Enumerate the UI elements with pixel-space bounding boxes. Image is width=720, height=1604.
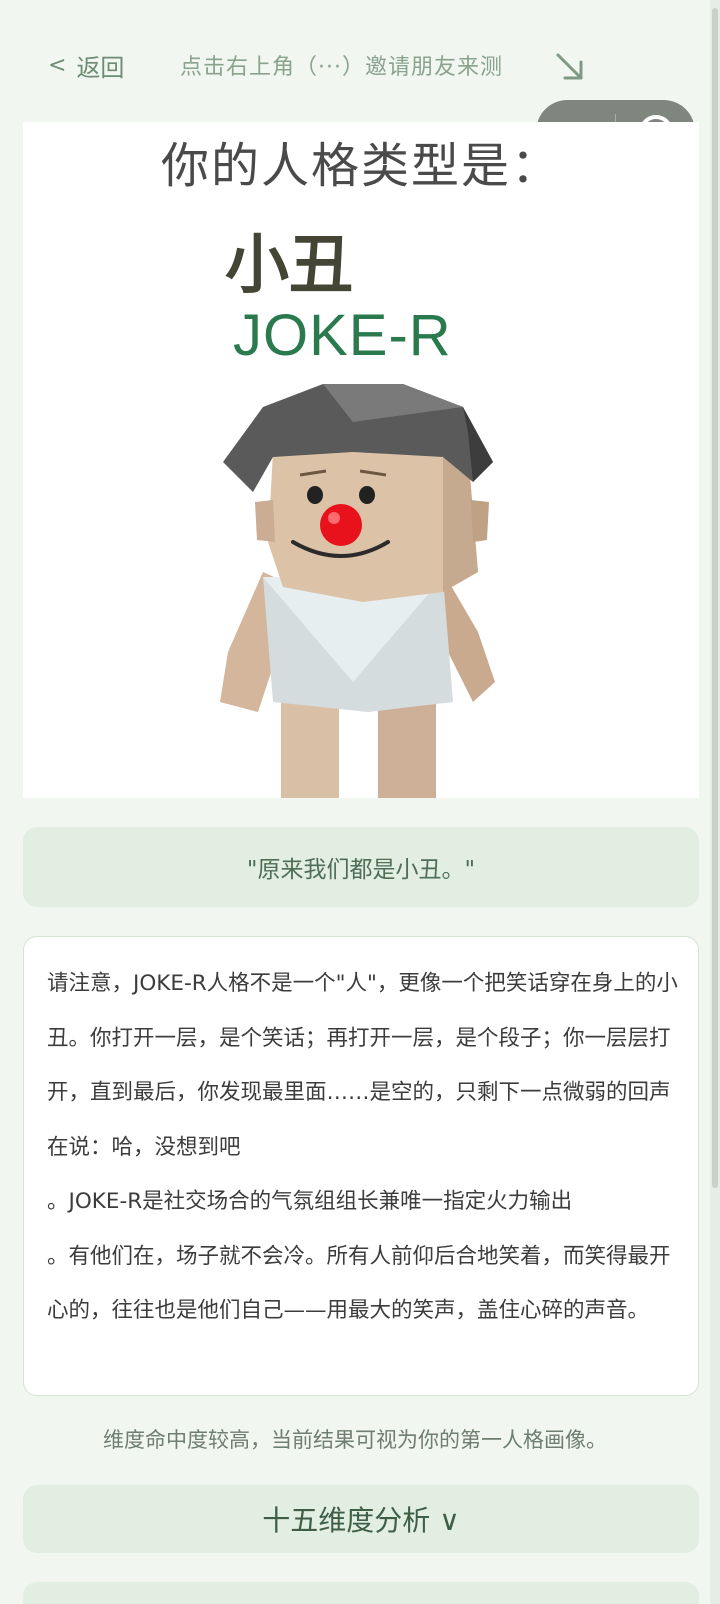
left-eye — [307, 486, 323, 504]
right-eye — [359, 486, 375, 504]
scrollbar[interactable] — [710, 0, 720, 1604]
clown-character-illustration — [220, 384, 495, 798]
quote-card: "原来我们都是小丑。" — [23, 827, 699, 907]
invite-hint: 点击右上角（···）邀请朋友来测 — [180, 55, 503, 80]
left-ear — [255, 500, 275, 542]
scroll-thumb[interactable] — [712, 8, 718, 1188]
dimension-analysis-button[interactable]: 十五维度分析 ∨ — [23, 1485, 699, 1553]
personality-description: 请注意，JOKE-R人格不是一个"人"，更像一个把笑话穿在身上的小丑。你打开一层… — [47, 971, 678, 1323]
clown-nose — [320, 504, 362, 546]
personality-result-image: 你的人格类型是： 小丑 JOKE-R — [23, 122, 699, 798]
back-button[interactable]: < 返回 — [48, 48, 124, 83]
arrow-down-right-icon — [556, 53, 583, 80]
right-ear — [471, 500, 489, 542]
clown-nose-highlight — [328, 512, 340, 524]
next-section-card — [23, 1582, 699, 1604]
chevron-left-icon: < — [48, 53, 67, 78]
back-label: 返回 — [76, 54, 125, 82]
description-card: 请注意，JOKE-R人格不是一个"人"，更像一个把笑话穿在身上的小丑。你打开一层… — [23, 936, 699, 1396]
right-leg — [378, 697, 436, 798]
left-leg — [281, 697, 339, 798]
accuracy-note: 维度命中度较高，当前结果可视为你的第一人格画像。 — [103, 1428, 607, 1452]
